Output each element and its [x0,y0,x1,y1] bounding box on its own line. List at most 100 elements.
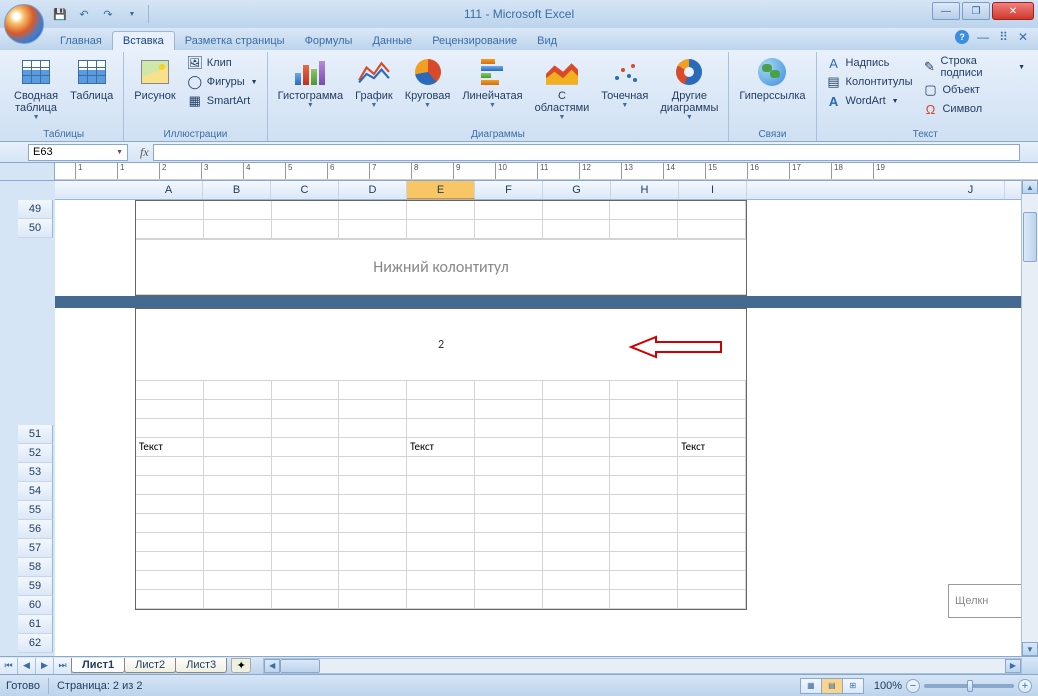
workbook-restore[interactable]: ⠿ [997,30,1010,44]
cell[interactable] [475,552,543,571]
cell[interactable] [543,476,611,495]
cell[interactable] [204,533,272,552]
cell[interactable] [407,220,475,239]
cell[interactable] [678,457,746,476]
cell[interactable] [678,476,746,495]
cell[interactable] [272,220,340,239]
cell[interactable] [136,514,204,533]
column-header[interactable]: J [937,181,1005,199]
cell[interactable] [272,201,340,220]
cell[interactable] [272,476,340,495]
cell[interactable] [407,419,475,438]
pagebreak-view-icon[interactable]: ⊞ [842,678,864,694]
maximize-button[interactable]: ❐ [962,2,990,20]
cell[interactable] [407,201,475,220]
symbol-button[interactable]: ΩСимвол [919,100,1028,118]
cell[interactable] [272,552,340,571]
cell[interactable] [204,457,272,476]
tab-review[interactable]: Рецензирование [422,32,527,50]
headerfooter-button[interactable]: ▤Колонтитулы [823,73,916,91]
column-header[interactable]: H [611,181,679,199]
cell[interactable] [339,495,407,514]
cell[interactable] [475,400,543,419]
sheet-tab[interactable]: Лист3 [175,658,227,673]
prev-sheet-icon[interactable]: ◀ [18,658,36,674]
vertical-scrollbar[interactable]: ▲ ▼ [1021,180,1038,656]
bar-chart-button[interactable]: Линейчатая▼ [458,54,526,111]
cell[interactable] [272,571,340,590]
page-header[interactable]: 2 [136,309,746,381]
shapes-button[interactable]: ◯Фигуры▼ [184,73,261,91]
cell[interactable] [475,438,543,457]
zoom-in-icon[interactable]: + [1018,679,1032,693]
cell[interactable] [407,590,475,609]
cell[interactable] [272,495,340,514]
textbox-button[interactable]: AНадпись [823,54,916,72]
cell[interactable] [272,457,340,476]
cell[interactable] [136,201,204,220]
last-sheet-icon[interactable]: ⏭ [54,658,72,674]
cell[interactable] [204,476,272,495]
zoom-slider[interactable] [924,684,1014,688]
cell[interactable] [543,438,611,457]
scroll-down-icon[interactable]: ▼ [1022,642,1038,656]
cell[interactable] [475,476,543,495]
cell[interactable] [204,419,272,438]
cell[interactable] [136,533,204,552]
cell[interactable] [136,476,204,495]
cell[interactable] [475,201,543,220]
cell[interactable] [678,552,746,571]
save-icon[interactable]: 💾 [50,4,70,24]
hyperlink-button[interactable]: Гиперссылка [735,54,809,104]
cell[interactable] [543,552,611,571]
office-button[interactable] [4,4,44,44]
cell[interactable] [272,514,340,533]
column-header[interactable]: B [203,181,271,199]
cell[interactable] [543,400,611,419]
workbook-minimize[interactable]: — [975,30,991,44]
cell[interactable] [475,419,543,438]
cell[interactable] [136,495,204,514]
cell[interactable] [136,552,204,571]
cell[interactable]: Текст [136,438,204,457]
qat-customize-icon[interactable]: ▼ [122,4,142,24]
cell[interactable] [610,552,678,571]
scroll-up-icon[interactable]: ▲ [1022,180,1038,194]
cell[interactable] [339,400,407,419]
pivot-table-button[interactable]: Сводная таблица▼ [10,54,62,123]
cell[interactable] [475,514,543,533]
cell[interactable] [339,438,407,457]
scrollbar-thumb[interactable] [1023,212,1037,262]
scroll-right-icon[interactable]: ▶ [1005,659,1021,673]
cell[interactable] [543,457,611,476]
cell[interactable] [339,201,407,220]
wordart-button[interactable]: AWordArt▼ [823,92,916,110]
minimize-button[interactable]: — [932,2,960,20]
cell[interactable] [204,495,272,514]
column-header[interactable]: E [407,181,475,199]
cell[interactable] [407,571,475,590]
cell[interactable] [475,533,543,552]
cell[interactable] [610,457,678,476]
cell[interactable] [678,495,746,514]
cell[interactable] [339,514,407,533]
cell[interactable] [678,400,746,419]
cell[interactable] [407,457,475,476]
scroll-left-icon[interactable]: ◀ [264,659,280,673]
cell[interactable] [678,533,746,552]
tab-home[interactable]: Главная [50,32,112,50]
cell[interactable] [610,533,678,552]
horizontal-scrollbar[interactable]: ◀ ▶ [263,658,1022,674]
clip-button[interactable]: 🖼Клип [184,54,261,72]
cell[interactable] [339,590,407,609]
cell[interactable] [407,476,475,495]
cell[interactable] [339,381,407,400]
sheet-area[interactable]: ABCDEFGHI J Нижний колонтитул 2 [55,181,1038,656]
cell[interactable] [610,514,678,533]
row-header[interactable]: 56 [18,520,53,539]
cell[interactable] [136,590,204,609]
cell[interactable] [407,400,475,419]
cell[interactable] [204,590,272,609]
cell[interactable] [272,400,340,419]
cell[interactable] [543,571,611,590]
